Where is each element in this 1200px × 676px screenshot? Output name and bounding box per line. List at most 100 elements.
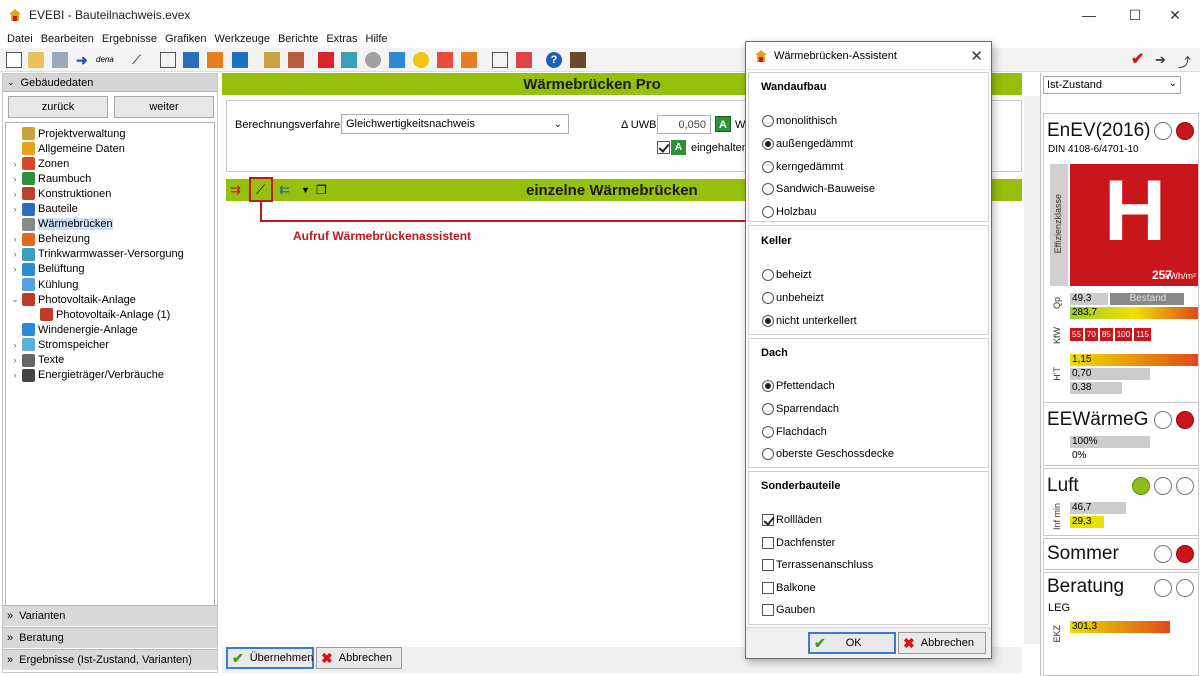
move-icon[interactable]: ⇇ — [279, 182, 290, 198]
section-varianten[interactable]: » Varianten — [3, 605, 217, 626]
back-button[interactable]: zurück — [8, 96, 108, 118]
checkbox-option[interactable]: Dachfenster — [762, 536, 835, 549]
radio-button[interactable] — [762, 425, 774, 438]
radio-option[interactable]: kerngedämmt — [762, 160, 843, 173]
radio-option[interactable]: nicht unterkellert — [762, 314, 857, 327]
calc-method-select[interactable]: Gleichwertigkeitsnachweis ⌄ — [341, 114, 569, 134]
checkbox[interactable] — [762, 604, 774, 617]
tree-item[interactable]: Windenergie-Anlage — [10, 322, 138, 337]
radio-button[interactable] — [762, 291, 774, 304]
graph-icon[interactable]: ⤴ — [1178, 52, 1194, 70]
expand-icon[interactable]: › — [10, 234, 20, 244]
radio-option[interactable]: Flachdach — [762, 425, 827, 438]
expand-icon[interactable]: › — [10, 174, 20, 184]
radio-button[interactable] — [762, 402, 774, 415]
pdf-icon[interactable] — [516, 52, 532, 68]
radio-option[interactable]: unbeheizt — [762, 291, 824, 304]
menu-extras[interactable]: Extras — [326, 33, 357, 45]
cancel-button[interactable]: ✖ Abbrechen — [316, 647, 402, 669]
help-icon[interactable]: ? — [546, 52, 562, 68]
sun-icon[interactable] — [413, 52, 429, 68]
radio-button[interactable] — [762, 206, 774, 219]
tree-item[interactable]: › Konstruktionen — [10, 186, 111, 201]
expand-icon[interactable]: › — [10, 159, 20, 169]
radio-button[interactable] — [762, 160, 774, 173]
expand-icon[interactable]: › — [10, 340, 20, 350]
vertical-scrollbar[interactable] — [1024, 96, 1040, 644]
radio-button[interactable] — [762, 380, 774, 392]
checkbox-option[interactable]: Rollläden — [762, 514, 822, 526]
new-file-icon[interactable] — [6, 52, 22, 68]
menu-hilfe[interactable]: Hilfe — [366, 33, 388, 45]
radio-option[interactable]: Pfettendach — [762, 380, 835, 392]
radio-option[interactable]: oberste Geschossdecke — [762, 448, 894, 461]
tree-icon[interactable] — [264, 52, 280, 68]
apply-button[interactable]: ✔ Übernehmen — [226, 647, 314, 669]
add-bridge-icon[interactable]: ⇉ — [230, 182, 241, 198]
menu-grafiken[interactable]: Grafiken — [165, 33, 207, 45]
copy-bridge-icon[interactable]: ❐ — [316, 183, 327, 197]
section-beratung[interactable]: » Beratung — [3, 627, 217, 648]
fan-icon[interactable] — [389, 52, 405, 68]
menu-werkzeuge[interactable]: Werkzeuge — [215, 33, 270, 45]
compliance-checkbox[interactable] — [657, 141, 670, 154]
document-icon[interactable] — [160, 52, 176, 68]
dialog-cancel-button[interactable]: ✖ Abbrechen — [898, 632, 986, 654]
menu-datei[interactable]: Datei — [7, 33, 33, 45]
radio-option[interactable]: beheizt — [762, 269, 811, 281]
tree-item[interactable]: › Raumbuch — [10, 171, 91, 186]
menu-bearbeiten[interactable]: Bearbeiten — [41, 33, 94, 45]
dena-icon[interactable]: dena — [96, 55, 118, 71]
checkbox[interactable] — [762, 536, 774, 549]
checkbox[interactable] — [762, 559, 774, 572]
radio-option[interactable]: Sandwich-Bauweise — [762, 183, 875, 196]
close-window-button[interactable]: ✕ — [1152, 0, 1198, 30]
tree-item[interactable]: › Bauteile — [10, 202, 78, 217]
radio-button[interactable] — [762, 137, 774, 150]
radio-option[interactable]: Holzbau — [762, 206, 816, 219]
euro-icon[interactable] — [461, 52, 477, 68]
tree-item[interactable]: › Zonen — [10, 156, 69, 171]
copy-icon[interactable] — [52, 52, 68, 68]
radio-button[interactable] — [762, 269, 774, 281]
expand-icon[interactable]: › — [10, 370, 20, 380]
radio-option[interactable]: Sparrendach — [762, 402, 839, 415]
dialog-close-icon[interactable]: ✕ — [970, 47, 983, 65]
expand-icon[interactable]: › — [10, 355, 20, 365]
checkbox-option[interactable]: Gauben — [762, 604, 815, 617]
search-icon[interactable] — [365, 52, 381, 68]
calc-icon[interactable] — [183, 52, 199, 68]
forward-icon[interactable]: ➜ — [76, 52, 92, 68]
tree-item[interactable]: › Beheizung — [10, 232, 90, 247]
expand-icon[interactable]: › — [10, 249, 20, 259]
clipboard-icon[interactable] — [492, 52, 508, 68]
menu-berichte[interactable]: Berichte — [278, 33, 318, 45]
checkbox[interactable] — [762, 514, 774, 526]
section-ergebnisse[interactable]: » Ergebnisse (Ist-Zustand, Varianten) — [3, 649, 217, 670]
next-button[interactable]: weiter — [114, 96, 214, 118]
radio-button[interactable] — [762, 183, 774, 196]
radio-button[interactable] — [762, 115, 774, 127]
radio-button[interactable] — [762, 314, 774, 327]
tree-item[interactable]: Allgemeine Daten — [10, 141, 125, 156]
radio-option[interactable]: monolithisch — [762, 115, 837, 127]
tree-item[interactable]: › Energieträger/Verbräuche — [10, 368, 164, 383]
checkbox-option[interactable]: Balkone — [762, 581, 816, 594]
check-icon[interactable]: ✔ — [1131, 49, 1147, 68]
menu-ergebnisse[interactable]: Ergebnisse — [102, 33, 157, 45]
tree-item[interactable]: Kühlung — [10, 277, 78, 292]
dropdown-arrow-icon[interactable]: ▼ — [301, 185, 310, 195]
list-icon[interactable] — [288, 52, 304, 68]
minimize-button[interactable]: — — [1066, 0, 1112, 30]
expand-icon[interactable]: › — [10, 264, 20, 274]
report-icon[interactable] — [207, 52, 223, 68]
wand-icon[interactable]: ⟋ — [132, 52, 148, 68]
tree-item[interactable]: › Texte — [10, 353, 64, 368]
tree-item[interactable]: Projektverwaltung — [10, 126, 125, 141]
checkbox-option[interactable]: Terrassenanschluss — [762, 559, 873, 572]
tree-item[interactable]: › Belüftung — [10, 262, 84, 277]
tree-item[interactable]: › Trinkwarmwasser-Versorgung — [10, 247, 184, 262]
radio-option[interactable]: außengedämmt — [762, 137, 853, 150]
open-folder-icon[interactable] — [28, 52, 44, 68]
expand-icon[interactable]: › — [10, 204, 20, 214]
